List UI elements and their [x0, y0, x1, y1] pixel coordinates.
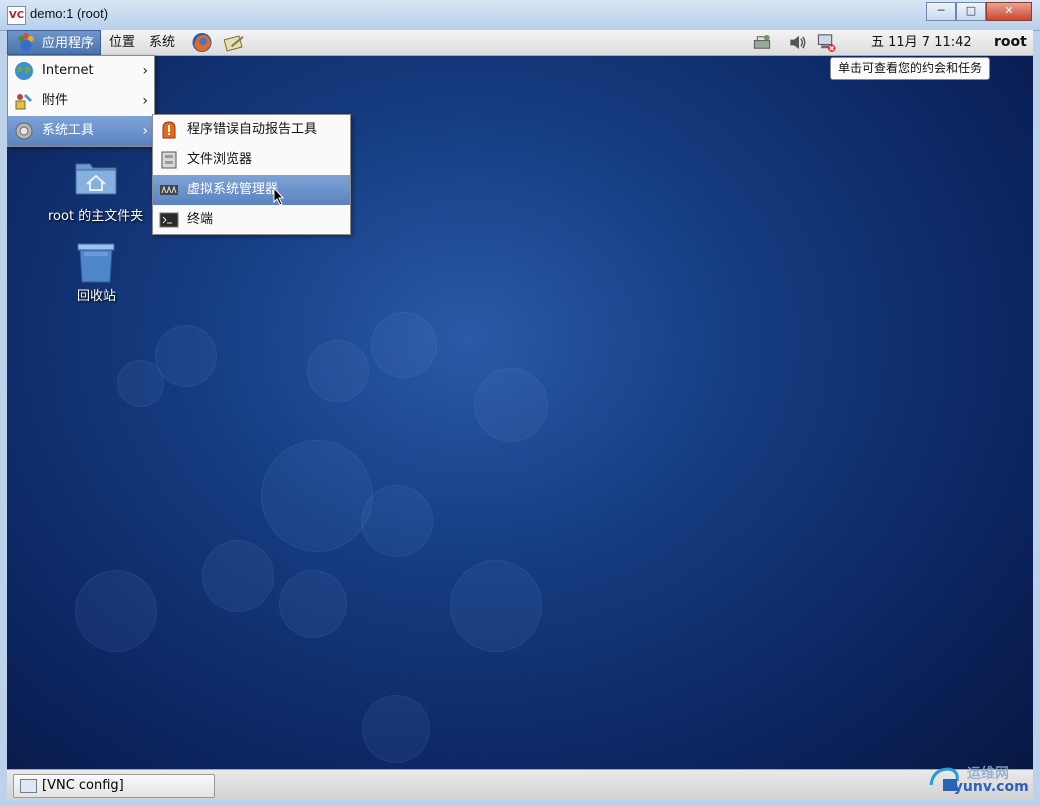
home-folder-label: root 的主文件夹 [48, 209, 144, 224]
bokeh-decoration [155, 325, 217, 387]
clock[interactable]: 五 11月 7 11:42 [871, 30, 972, 55]
bokeh-decoration [450, 560, 542, 652]
user-name[interactable]: root [994, 30, 1027, 55]
places-menu[interactable]: 位置 [105, 30, 139, 55]
trash-label: 回收站 [77, 289, 117, 304]
bottom-panel: [VNC config] 运维网 iyunv.com [7, 766, 1033, 800]
bokeh-decoration [371, 312, 437, 378]
menu-item-label: 虚拟系统管理器 [187, 182, 279, 197]
submenu-arrow-icon: › [142, 123, 148, 139]
trash-icon [77, 243, 115, 283]
gnome-foot-icon [18, 32, 34, 52]
file-cabinet-icon [161, 151, 177, 169]
top-panel: 应用程序 位置 系统 五 11月 7 11:42 root [7, 30, 1033, 56]
window-titlebar[interactable]: VC demo:1 (root) ─ □ ✕ [0, 0, 1040, 31]
submenu-arrow-icon: › [142, 93, 148, 109]
menu-item-label: 程序错误自动报告工具 [187, 122, 318, 137]
bokeh-decoration [202, 540, 274, 612]
minimize-button[interactable]: ─ [926, 2, 956, 21]
bokeh-decoration [474, 368, 548, 442]
mouse-pointer-icon [273, 187, 285, 206]
menu-item-abrt[interactable]: 程序错误自动报告工具 [153, 115, 350, 145]
menu-item-internet[interactable]: Internet › [8, 56, 154, 86]
window-title: demo:1 (root) [30, 6, 109, 21]
calendar-tooltip: 单击可查看您的约会和任务 [830, 57, 991, 80]
taskbar-item-vnc-config[interactable]: [VNC config] [13, 774, 215, 798]
system-menu[interactable]: 系统 [145, 30, 179, 55]
gear-icon [15, 122, 33, 140]
menu-item-terminal[interactable]: 终端 [153, 205, 350, 235]
globe-icon [15, 62, 33, 80]
network-printer-icon[interactable] [751, 32, 773, 53]
watermark-logo: 运维网 iyunv.com [927, 763, 1029, 799]
mail-edit-icon[interactable] [223, 32, 245, 53]
desktop-icon-home[interactable]: root 的主文件夹 [47, 158, 147, 228]
network-disconnected-icon[interactable] [815, 32, 837, 53]
system-tools-submenu: 程序错误自动报告工具 文件浏览器 虚拟系统管理器 终端 [152, 114, 351, 235]
applications-dropdown: Internet › 附件 › 系统工具 › [7, 55, 155, 147]
firefox-icon[interactable] [191, 32, 213, 53]
menu-item-label: Internet [42, 63, 94, 78]
submenu-arrow-icon: › [142, 63, 148, 79]
bokeh-decoration [361, 485, 433, 557]
terminal-icon [159, 212, 179, 228]
applications-menu-label: 应用程序 [42, 36, 95, 51]
menu-item-label: 文件浏览器 [187, 152, 253, 167]
accessories-icon [15, 94, 32, 110]
bokeh-decoration [117, 360, 164, 407]
virt-manager-icon [160, 185, 178, 195]
menu-item-accessories[interactable]: 附件 › [8, 86, 154, 116]
bug-report-icon [162, 121, 176, 139]
menu-item-label: 终端 [187, 212, 214, 227]
menu-item-virt-manager[interactable]: 虚拟系统管理器 [153, 175, 350, 205]
window-icon [20, 779, 37, 793]
taskbar-item-label: [VNC config] [42, 778, 124, 793]
close-button[interactable]: ✕ [986, 2, 1032, 21]
desktop-icon-trash[interactable]: 回收站 [47, 238, 147, 308]
gnome-desktop[interactable]: 应用程序 位置 系统 五 11月 7 11:42 root root 的主文件夹… [7, 30, 1033, 800]
watermark-text-2: iyunv.com [949, 779, 1029, 795]
bokeh-decoration [261, 440, 373, 552]
vnc-viewer-window: VC demo:1 (root) ─ □ ✕ 应用程序 位置 系统 五 11月 … [0, 0, 1040, 806]
bokeh-decoration [279, 570, 347, 638]
bokeh-decoration [307, 340, 369, 402]
menu-item-file-browser[interactable]: 文件浏览器 [153, 145, 350, 175]
menu-item-label: 附件 [42, 93, 69, 108]
vnc-logo-icon: VC [7, 6, 26, 25]
home-folder-icon [75, 163, 117, 195]
bokeh-decoration [75, 570, 157, 652]
menu-item-label: 系统工具 [42, 123, 95, 138]
maximize-button[interactable]: □ [956, 2, 986, 21]
volume-icon[interactable] [787, 32, 809, 53]
bokeh-decoration [362, 695, 430, 763]
menu-item-system-tools[interactable]: 系统工具 › [8, 116, 154, 146]
